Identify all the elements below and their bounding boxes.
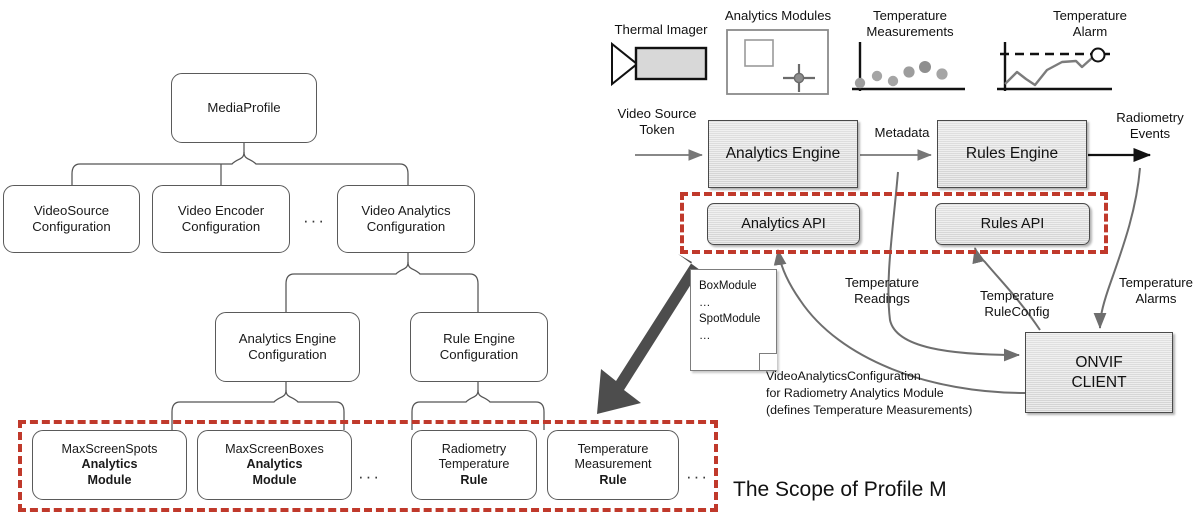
note-caption: VideoAnalyticsConfiguration for Radiomet…	[766, 369, 973, 418]
note-line-1: BoxModule	[699, 280, 757, 292]
temperature-alarms-label: Temperature Alarms	[1118, 275, 1194, 306]
scope-link-arrow	[597, 254, 700, 414]
onvif-client-line2: CLIENT	[1071, 373, 1127, 391]
temperature-ruleconfig-label: Temperature RuleConfig	[979, 288, 1055, 319]
videoanalyticsconfiguration-note: BoxModule … SpotModule …	[690, 269, 777, 371]
note-line-4: …	[699, 330, 712, 343]
onvif-client-line1: ONVIF	[1075, 354, 1123, 372]
temperature-readings-label: Temperature Readings	[844, 275, 920, 306]
big-down-left-arrow	[597, 254, 700, 414]
onvif-client-box[interactable]: ONVIF CLIENT	[1025, 332, 1173, 413]
note-line-2: …	[699, 296, 712, 309]
note-line-3: SpotModule	[699, 313, 761, 326]
diagram-canvas: MediaProfile VideoSource Configuration V…	[0, 0, 1200, 526]
